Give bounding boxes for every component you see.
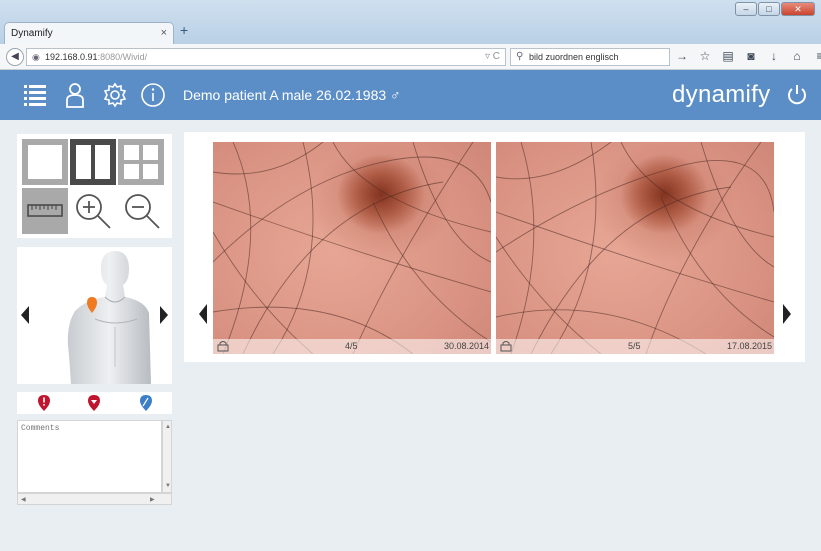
image-date: 17.08.2015 bbox=[726, 341, 772, 351]
comments-panel: ▲ ▼ ◀ ▶ bbox=[17, 420, 172, 505]
body-next-arrow-icon[interactable] bbox=[159, 306, 169, 324]
home-icon[interactable]: ⌂ bbox=[790, 49, 804, 63]
image-date: 30.08.2014 bbox=[443, 341, 489, 351]
power-icon[interactable] bbox=[786, 84, 808, 106]
close-window-button[interactable]: ✕ bbox=[781, 2, 815, 16]
split-view-button[interactable] bbox=[70, 139, 116, 185]
url-host: 192.168.0.91 bbox=[45, 52, 98, 62]
lock-icon[interactable] bbox=[500, 341, 512, 352]
star-icon[interactable]: ☆ bbox=[698, 49, 712, 63]
image-viewer: 4/5 30.08.2014 5/5 17.08.2015 bbox=[184, 132, 805, 362]
search-text: bild zuordnen englisch bbox=[529, 52, 619, 62]
dermoscopy-image-1[interactable]: 4/5 30.08.2014 bbox=[213, 142, 491, 354]
settings-icon[interactable] bbox=[102, 82, 128, 108]
back-button[interactable]: ◀ bbox=[6, 48, 24, 66]
browser-toolbar: → ☆ ▤ ◙ ↓ ⌂ ≡ bbox=[675, 49, 821, 63]
body-figure[interactable] bbox=[61, 247, 151, 384]
image-footer: 4/5 30.08.2014 bbox=[213, 339, 491, 354]
image-counter: 4/5 bbox=[345, 341, 358, 351]
info-icon[interactable] bbox=[140, 82, 166, 108]
list-icon[interactable] bbox=[22, 82, 48, 108]
tab-close-icon[interactable]: × bbox=[161, 27, 167, 39]
zoom-in-icon[interactable] bbox=[72, 190, 116, 234]
single-view-icon bbox=[28, 145, 62, 179]
scroll-right-icon[interactable]: ▶ bbox=[150, 496, 155, 503]
browser-navbar: ◀ ◉ 192.168.0.91:8080/Wivid/ ▿ C ⚲ bild … bbox=[0, 44, 821, 70]
comments-horizontal-scrollbar[interactable]: ◀ ▶ bbox=[17, 493, 172, 505]
patient-label: Demo patient A male 26.02.1983 ♂ bbox=[183, 87, 401, 103]
single-view-button[interactable] bbox=[22, 139, 68, 185]
blue-marker-icon[interactable] bbox=[139, 394, 153, 412]
app-header: Demo patient A male 26.02.1983 ♂ dynamif… bbox=[0, 70, 821, 120]
scroll-down-icon[interactable]: ▼ bbox=[165, 483, 171, 489]
go-arrow-icon[interactable]: → bbox=[675, 49, 689, 63]
body-map-panel bbox=[17, 247, 172, 384]
globe-icon: ◉ bbox=[32, 52, 40, 62]
download-icon[interactable]: ↓ bbox=[767, 49, 781, 63]
pocket-icon[interactable]: ◙ bbox=[744, 49, 758, 63]
prev-image-arrow-icon[interactable] bbox=[198, 304, 208, 324]
ruler-icon bbox=[27, 204, 63, 217]
maximize-button[interactable]: □ bbox=[758, 2, 780, 16]
menu-icon[interactable]: ≡ bbox=[813, 49, 821, 63]
image-counter: 5/5 bbox=[628, 341, 641, 351]
scroll-left-icon[interactable]: ◀ bbox=[21, 496, 26, 503]
hair-overlay bbox=[496, 142, 774, 354]
url-path: :8080/Wivid/ bbox=[97, 52, 148, 62]
ruler-button[interactable] bbox=[22, 188, 68, 234]
zoom-out-icon[interactable] bbox=[121, 190, 165, 234]
search-bar[interactable]: ⚲ bild zuordnen englisch bbox=[510, 48, 670, 66]
comments-textarea[interactable] bbox=[17, 420, 162, 493]
hair-overlay bbox=[213, 142, 491, 354]
marker-panel bbox=[17, 392, 172, 414]
minimize-button[interactable]: – bbox=[735, 2, 757, 16]
lock-icon[interactable] bbox=[217, 341, 229, 352]
red-alert-marker-icon[interactable] bbox=[37, 394, 51, 412]
window-controls: – □ ✕ bbox=[735, 2, 815, 16]
image-footer: 5/5 17.08.2015 bbox=[496, 339, 774, 354]
split-view-icon bbox=[76, 145, 110, 179]
next-image-arrow-icon[interactable] bbox=[782, 304, 792, 324]
reading-list-icon[interactable]: ▤ bbox=[721, 49, 735, 63]
user-icon[interactable] bbox=[62, 82, 88, 108]
quad-view-button[interactable] bbox=[118, 139, 164, 185]
body-prev-arrow-icon[interactable] bbox=[20, 306, 30, 324]
comments-vertical-scrollbar[interactable]: ▲ ▼ bbox=[162, 420, 172, 493]
scroll-up-icon[interactable]: ▲ bbox=[165, 424, 171, 430]
tab-title: Dynamify bbox=[11, 28, 53, 39]
url-bar[interactable]: ◉ 192.168.0.91:8080/Wivid/ ▿ C bbox=[26, 48, 506, 66]
brand-logo: dynamify bbox=[672, 81, 771, 108]
red-double-marker-icon[interactable] bbox=[87, 394, 101, 412]
new-tab-button[interactable]: + bbox=[180, 22, 188, 38]
browser-tab[interactable]: Dynamify × bbox=[4, 22, 174, 44]
search-icon: ⚲ bbox=[516, 51, 524, 62]
dermoscopy-image-2[interactable]: 5/5 17.08.2015 bbox=[496, 142, 774, 354]
quad-view-icon bbox=[124, 145, 158, 179]
reload-icon[interactable]: ▿ C bbox=[485, 51, 500, 62]
browser-titlebar: Dynamify × + – □ ✕ bbox=[0, 0, 821, 44]
layout-tools-panel bbox=[17, 134, 172, 238]
